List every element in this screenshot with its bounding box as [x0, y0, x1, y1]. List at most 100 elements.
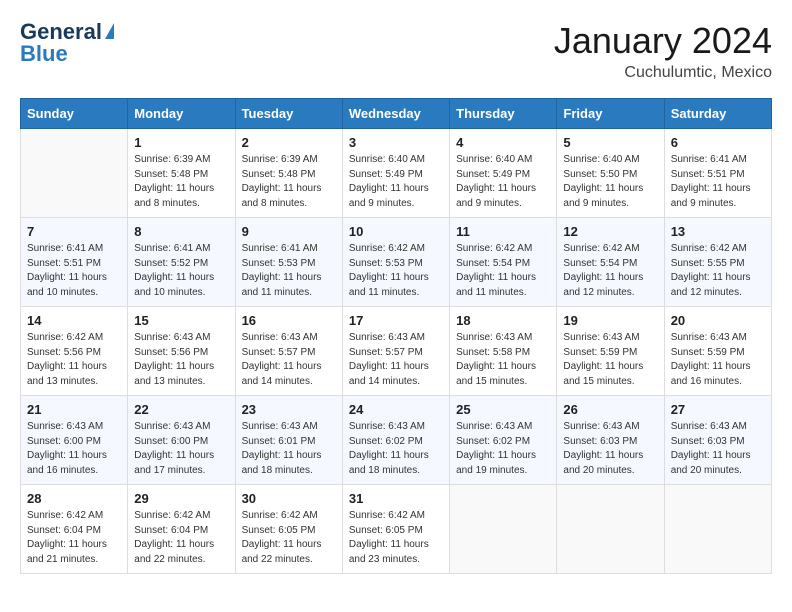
calendar-cell: 3 Sunrise: 6:40 AMSunset: 5:49 PMDaylight…: [342, 129, 449, 218]
day-info: Sunrise: 6:39 AMSunset: 5:48 PMDaylight:…: [134, 153, 228, 211]
month-title: January 2024: [554, 20, 772, 62]
day-info: Sunrise: 6:43 AMSunset: 6:00 PMDaylight:…: [134, 420, 228, 478]
weekday-header-monday: Monday: [128, 99, 235, 129]
calendar-cell: 15Sunrise: 6:43 AMSunset: 5:56 PMDayligh…: [128, 307, 235, 396]
day-info: Sunrise: 6:42 AMSunset: 5:55 PMDaylight:…: [671, 242, 765, 300]
day-number: 20: [671, 313, 765, 328]
day-number: 28: [27, 491, 121, 506]
calendar-cell: 17 Sunrise: 6:43 AMSunset: 5:57 PMDayligh…: [342, 307, 449, 396]
logo-triangle-icon: [105, 23, 114, 39]
day-number: 30: [242, 491, 336, 506]
calendar-week-row: 7 Sunrise: 6:41 AMSunset: 5:51 PMDaylight…: [21, 218, 772, 307]
day-info: Sunrise: 6:42 AMSunset: 5:54 PMDaylight:…: [563, 242, 657, 300]
day-info: Sunrise: 6:40 AMSunset: 5:49 PMDaylight:…: [456, 153, 550, 211]
day-info: Sunrise: 6:43 AMSunset: 6:02 PMDaylight:…: [349, 420, 443, 478]
title-area: January 2024 Cuchulumtic, Mexico: [554, 20, 772, 82]
day-number: 19: [563, 313, 657, 328]
calendar-cell: 9 Sunrise: 6:41 AMSunset: 5:53 PMDaylight…: [235, 218, 342, 307]
calendar-cell: 18 Sunrise: 6:43 AMSunset: 5:58 PMDayligh…: [450, 307, 557, 396]
day-info: Sunrise: 6:43 AMSunset: 6:03 PMDaylight:…: [563, 420, 657, 478]
day-info: Sunrise: 6:43 AMSunset: 5:57 PMDaylight:…: [349, 331, 443, 389]
day-info: Sunrise: 6:41 AMSunset: 5:51 PMDaylight:…: [27, 242, 121, 300]
calendar-cell: 25 Sunrise: 6:43 AMSunset: 6:02 PMDayligh…: [450, 396, 557, 485]
calendar-cell: 31 Sunrise: 6:42 AMSunset: 6:05 PMDayligh…: [342, 485, 449, 574]
day-info: Sunrise: 6:42 AMSunset: 5:53 PMDaylight:…: [349, 242, 443, 300]
day-info: Sunrise: 6:41 AMSunset: 5:52 PMDaylight:…: [134, 242, 228, 300]
calendar-cell: 20 Sunrise: 6:43 AMSunset: 5:59 PMDayligh…: [664, 307, 771, 396]
weekday-header-saturday: Saturday: [664, 99, 771, 129]
logo: General Blue: [20, 20, 114, 66]
calendar-cell: [450, 485, 557, 574]
weekday-header-wednesday: Wednesday: [342, 99, 449, 129]
day-number: 23: [242, 402, 336, 417]
calendar-cell: 7 Sunrise: 6:41 AMSunset: 5:51 PMDaylight…: [21, 218, 128, 307]
day-info: Sunrise: 6:43 AMSunset: 5:59 PMDaylight:…: [563, 331, 657, 389]
calendar-cell: 29 Sunrise: 6:42 AMSunset: 6:04 PMDayligh…: [128, 485, 235, 574]
day-number: 7: [27, 224, 121, 239]
calendar-week-row: 14 Sunrise: 6:42 AMSunset: 5:56 PMDayligh…: [21, 307, 772, 396]
day-number: 14: [27, 313, 121, 328]
day-info: Sunrise: 6:42 AMSunset: 5:56 PMDaylight:…: [27, 331, 121, 389]
calendar-week-row: 28 Sunrise: 6:42 AMSunset: 6:04 PMDayligh…: [21, 485, 772, 574]
calendar-cell: 19 Sunrise: 6:43 AMSunset: 5:59 PMDayligh…: [557, 307, 664, 396]
day-number: 5: [563, 135, 657, 150]
day-info: Sunrise: 6:43 AMSunset: 6:03 PMDaylight:…: [671, 420, 765, 478]
day-number: 6: [671, 135, 765, 150]
day-number: 4: [456, 135, 550, 150]
day-number: 10: [349, 224, 443, 239]
day-info: Sunrise: 6:42 AMSunset: 6:05 PMDaylight:…: [349, 509, 443, 567]
day-info: Sunrise: 6:42 AMSunset: 6:05 PMDaylight:…: [242, 509, 336, 567]
calendar-week-row: 1 Sunrise: 6:39 AMSunset: 5:48 PMDaylight…: [21, 129, 772, 218]
day-info: Sunrise: 6:42 AMSunset: 6:04 PMDaylight:…: [27, 509, 121, 567]
day-number: 9: [242, 224, 336, 239]
logo-blue: Blue: [20, 42, 68, 66]
day-number: 26: [563, 402, 657, 417]
calendar-cell: [664, 485, 771, 574]
day-info: Sunrise: 6:43 AMSunset: 6:02 PMDaylight:…: [456, 420, 550, 478]
day-info: Sunrise: 6:42 AMSunset: 6:04 PMDaylight:…: [134, 509, 228, 567]
day-number: 12: [563, 224, 657, 239]
day-info: Sunrise: 6:43 AMSunset: 5:59 PMDaylight:…: [671, 331, 765, 389]
calendar-cell: 22 Sunrise: 6:43 AMSunset: 6:00 PMDayligh…: [128, 396, 235, 485]
weekday-header-tuesday: Tuesday: [235, 99, 342, 129]
day-info: Sunrise: 6:43 AMSunset: 5:58 PMDaylight:…: [456, 331, 550, 389]
calendar-cell: 28 Sunrise: 6:42 AMSunset: 6:04 PMDayligh…: [21, 485, 128, 574]
day-info: Sunrise: 6:40 AMSunset: 5:49 PMDaylight:…: [349, 153, 443, 211]
day-number: 25: [456, 402, 550, 417]
day-number: 3: [349, 135, 443, 150]
calendar-table: SundayMondayTuesdayWednesdayThursdayFrid…: [20, 98, 772, 574]
calendar-cell: [21, 129, 128, 218]
calendar-cell: 27Sunrise: 6:43 AMSunset: 6:03 PMDayligh…: [664, 396, 771, 485]
day-number: 17: [349, 313, 443, 328]
day-number: 29: [134, 491, 228, 506]
calendar-cell: 10 Sunrise: 6:42 AMSunset: 5:53 PMDayligh…: [342, 218, 449, 307]
calendar-cell: 8 Sunrise: 6:41 AMSunset: 5:52 PMDaylight…: [128, 218, 235, 307]
day-number: 8: [134, 224, 228, 239]
calendar-cell: 26 Sunrise: 6:43 AMSunset: 6:03 PMDayligh…: [557, 396, 664, 485]
day-number: 24: [349, 402, 443, 417]
calendar-cell: 5Sunrise: 6:40 AMSunset: 5:50 PMDaylight…: [557, 129, 664, 218]
calendar-cell: 2Sunrise: 6:39 AMSunset: 5:48 PMDaylight…: [235, 129, 342, 218]
calendar-cell: 30 Sunrise: 6:42 AMSunset: 6:05 PMDayligh…: [235, 485, 342, 574]
day-number: 1: [134, 135, 228, 150]
location-title: Cuchulumtic, Mexico: [554, 64, 772, 82]
day-number: 13: [671, 224, 765, 239]
calendar-cell: 21Sunrise: 6:43 AMSunset: 6:00 PMDayligh…: [21, 396, 128, 485]
day-info: Sunrise: 6:41 AMSunset: 5:53 PMDaylight:…: [242, 242, 336, 300]
day-info: Sunrise: 6:41 AMSunset: 5:51 PMDaylight:…: [671, 153, 765, 211]
weekday-header-sunday: Sunday: [21, 99, 128, 129]
calendar-cell: 1 Sunrise: 6:39 AMSunset: 5:48 PMDaylight…: [128, 129, 235, 218]
day-info: Sunrise: 6:39 AMSunset: 5:48 PMDaylight:…: [242, 153, 336, 211]
weekday-header-thursday: Thursday: [450, 99, 557, 129]
day-number: 31: [349, 491, 443, 506]
day-number: 11: [456, 224, 550, 239]
day-info: Sunrise: 6:43 AMSunset: 6:01 PMDaylight:…: [242, 420, 336, 478]
weekday-header-friday: Friday: [557, 99, 664, 129]
day-number: 22: [134, 402, 228, 417]
day-number: 18: [456, 313, 550, 328]
day-info: Sunrise: 6:43 AMSunset: 6:00 PMDaylight:…: [27, 420, 121, 478]
calendar-cell: 14 Sunrise: 6:42 AMSunset: 5:56 PMDayligh…: [21, 307, 128, 396]
calendar-cell: 6 Sunrise: 6:41 AMSunset: 5:51 PMDaylight…: [664, 129, 771, 218]
calendar-week-row: 21Sunrise: 6:43 AMSunset: 6:00 PMDayligh…: [21, 396, 772, 485]
day-info: Sunrise: 6:43 AMSunset: 5:57 PMDaylight:…: [242, 331, 336, 389]
